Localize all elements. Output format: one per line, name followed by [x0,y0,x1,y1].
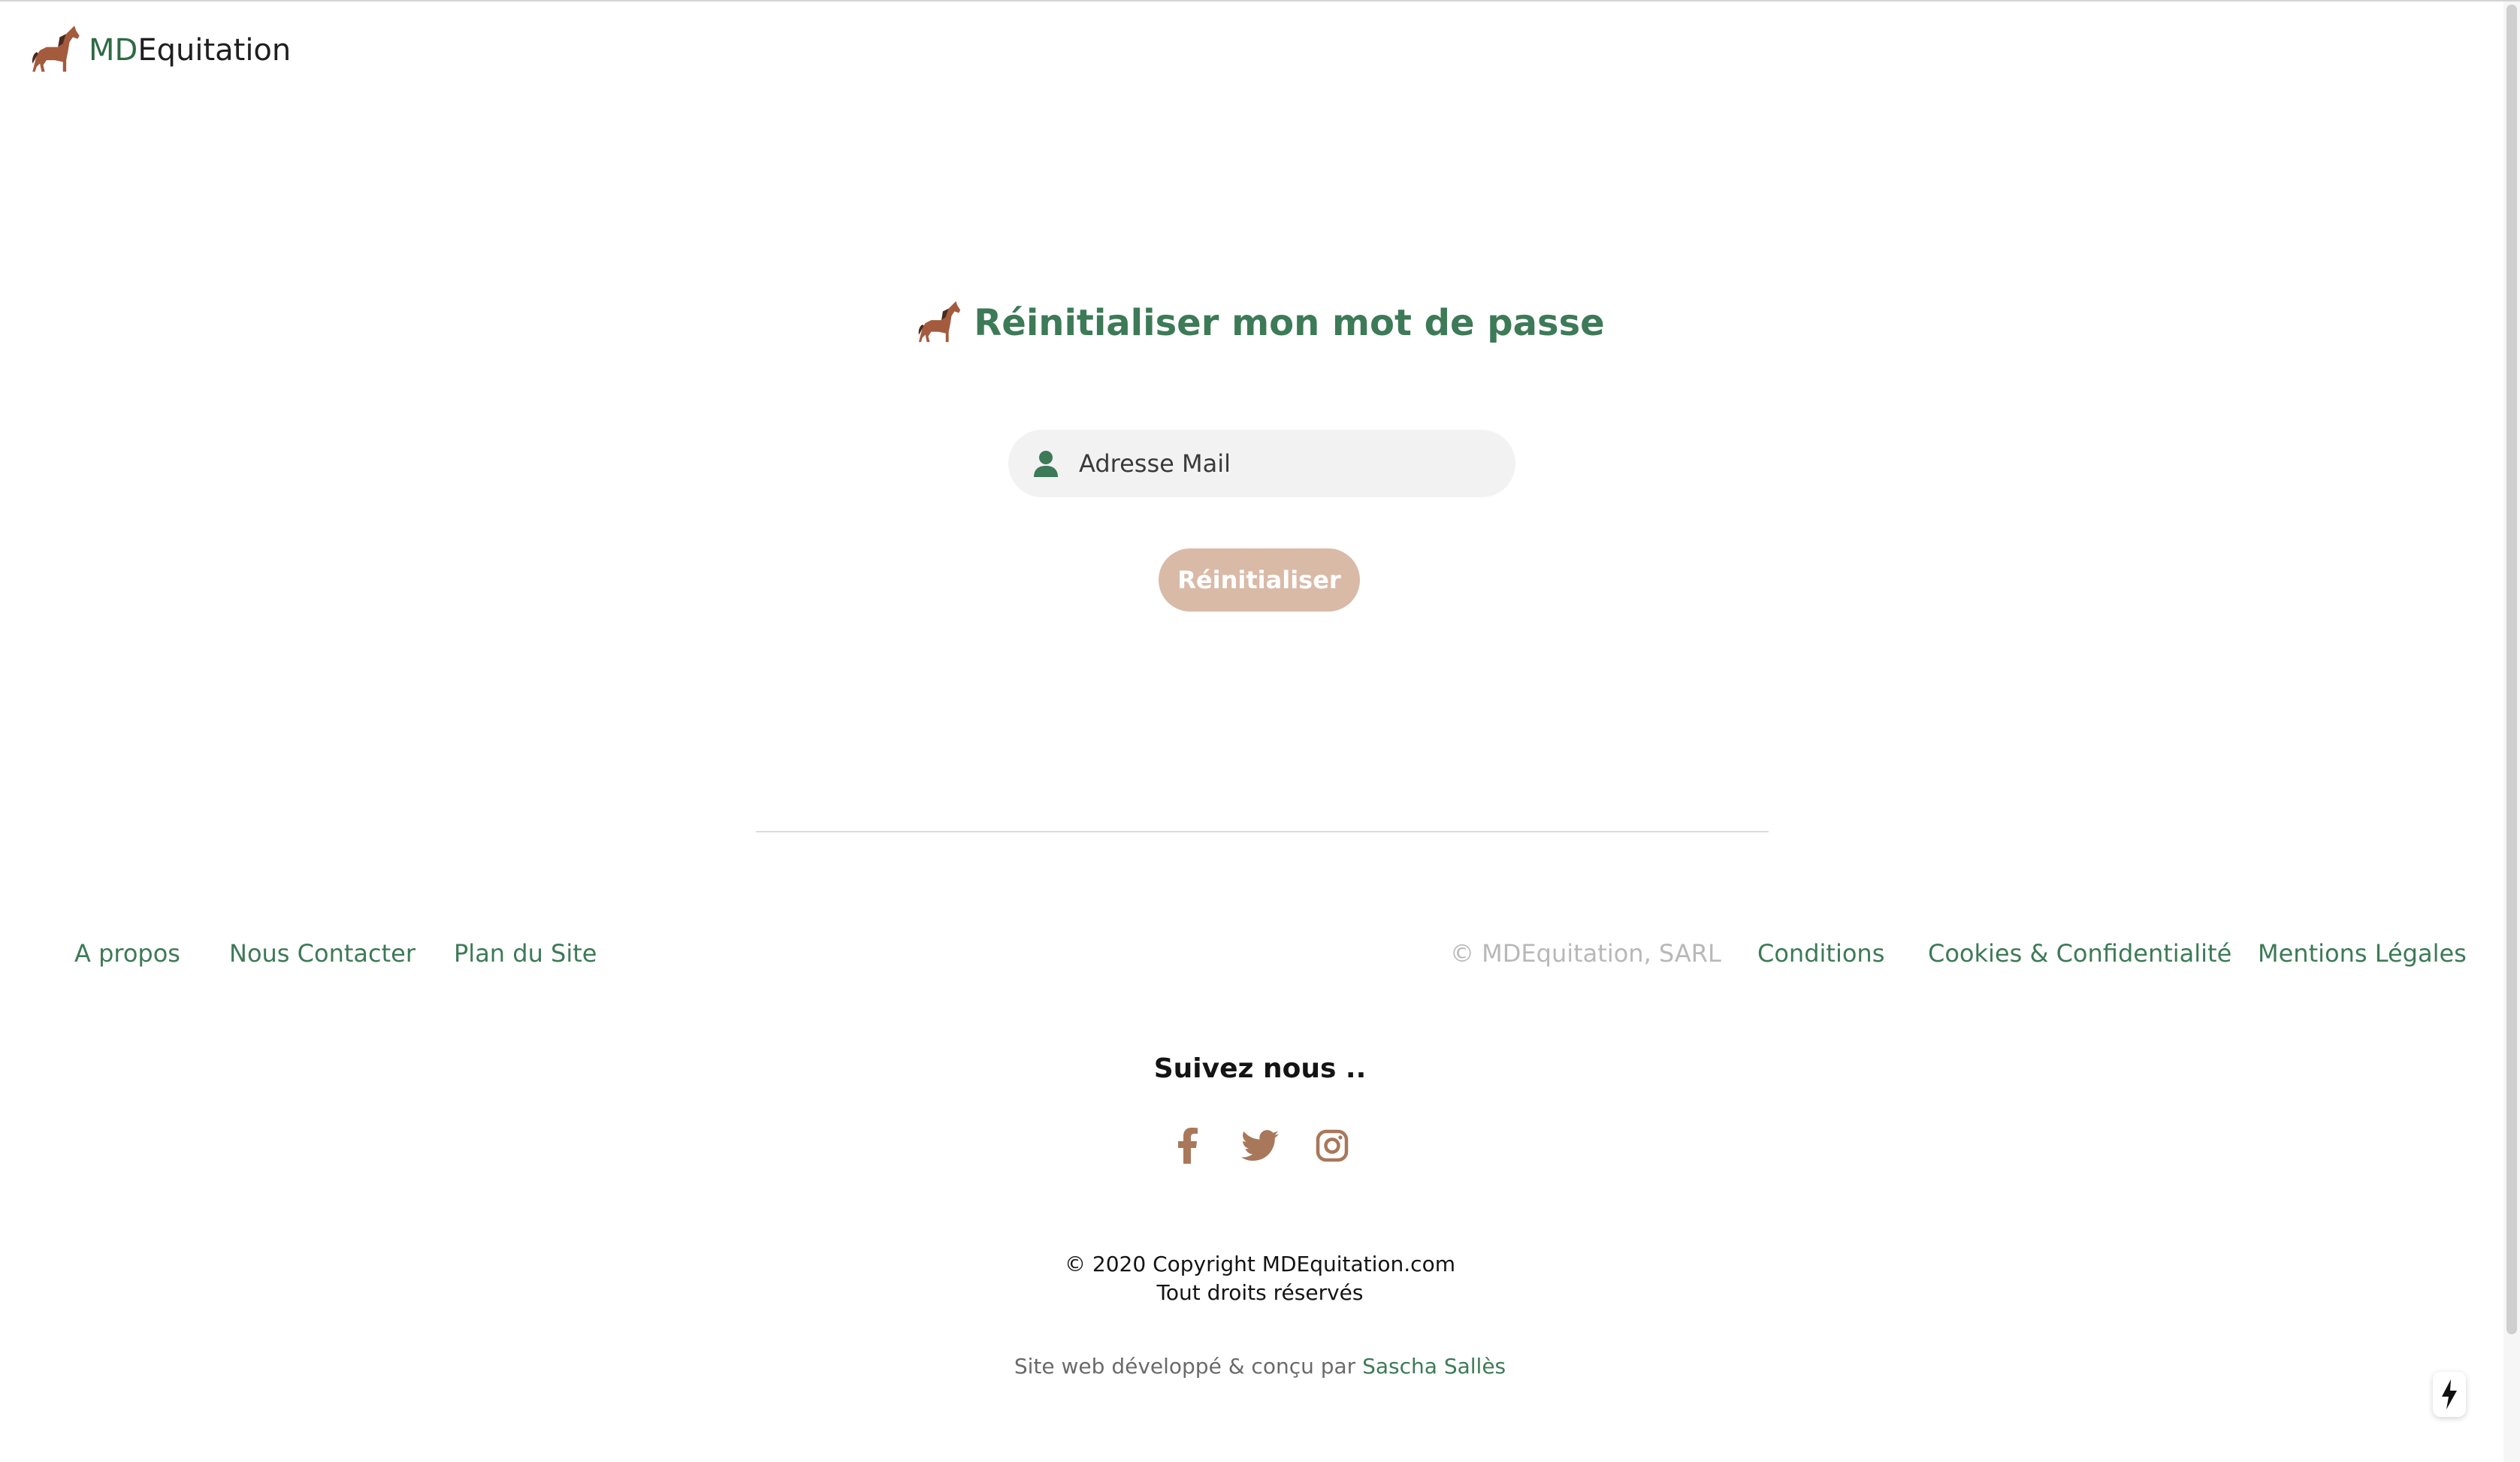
site-credit: Site web développé & conçu par Sascha Sa… [0,1354,2520,1379]
brand-logo[interactable]: MDEquitation [29,24,291,77]
footer-link-about[interactable]: A propos [74,939,180,968]
page-title: Réinitialiser mon mot de passe [0,293,2520,353]
footer-link-cookies[interactable]: Cookies & Confidentialité [1928,939,2231,968]
user-icon [1034,451,1058,477]
twitter-link[interactable] [1239,1125,1281,1167]
email-field[interactable] [1008,430,1515,497]
footer-link-legal[interactable]: Mentions Légales [2258,939,2467,968]
rights-line: Tout droits réservés [1156,1280,1364,1305]
footer-link-sitemap[interactable]: Plan du Site [454,939,597,968]
footer-link-conditions[interactable]: Conditions [1757,939,1884,968]
reset-button[interactable]: Réinitialiser [1159,548,1360,612]
credit-author-link[interactable]: Sascha Sallès [1362,1354,1506,1379]
lightning-icon [2442,1379,2457,1409]
instagram-icon [1316,1129,1349,1162]
facebook-link[interactable] [1167,1125,1209,1167]
horse-icon [32,26,80,72]
twitter-icon [1241,1130,1279,1161]
page-title-text: Réinitialiser mon mot de passe [974,302,1605,344]
footer-link-contact[interactable]: Nous Contacter [229,939,415,968]
company-name: © MDEquitation, SARL [1450,939,1721,968]
facebook-icon [1178,1128,1198,1164]
email-input[interactable] [1077,449,1501,479]
footer-divider [756,831,1769,832]
social-links [0,1125,2520,1167]
brand-suffix: Equitation [137,33,292,68]
follow-title: Suivez nous .. [1153,1053,1367,1084]
instagram-link[interactable] [1311,1125,1353,1167]
credit-prefix: Site web développé & conçu par [1014,1354,1356,1379]
scrollbar-thumb[interactable] [2506,5,2517,1334]
copyright-line: © 2020 Copyright MDEquitation.com [1065,1252,1455,1276]
brand-prefix: MD [89,33,138,68]
lightning-button[interactable] [2433,1372,2466,1417]
horse-icon [918,301,961,343]
